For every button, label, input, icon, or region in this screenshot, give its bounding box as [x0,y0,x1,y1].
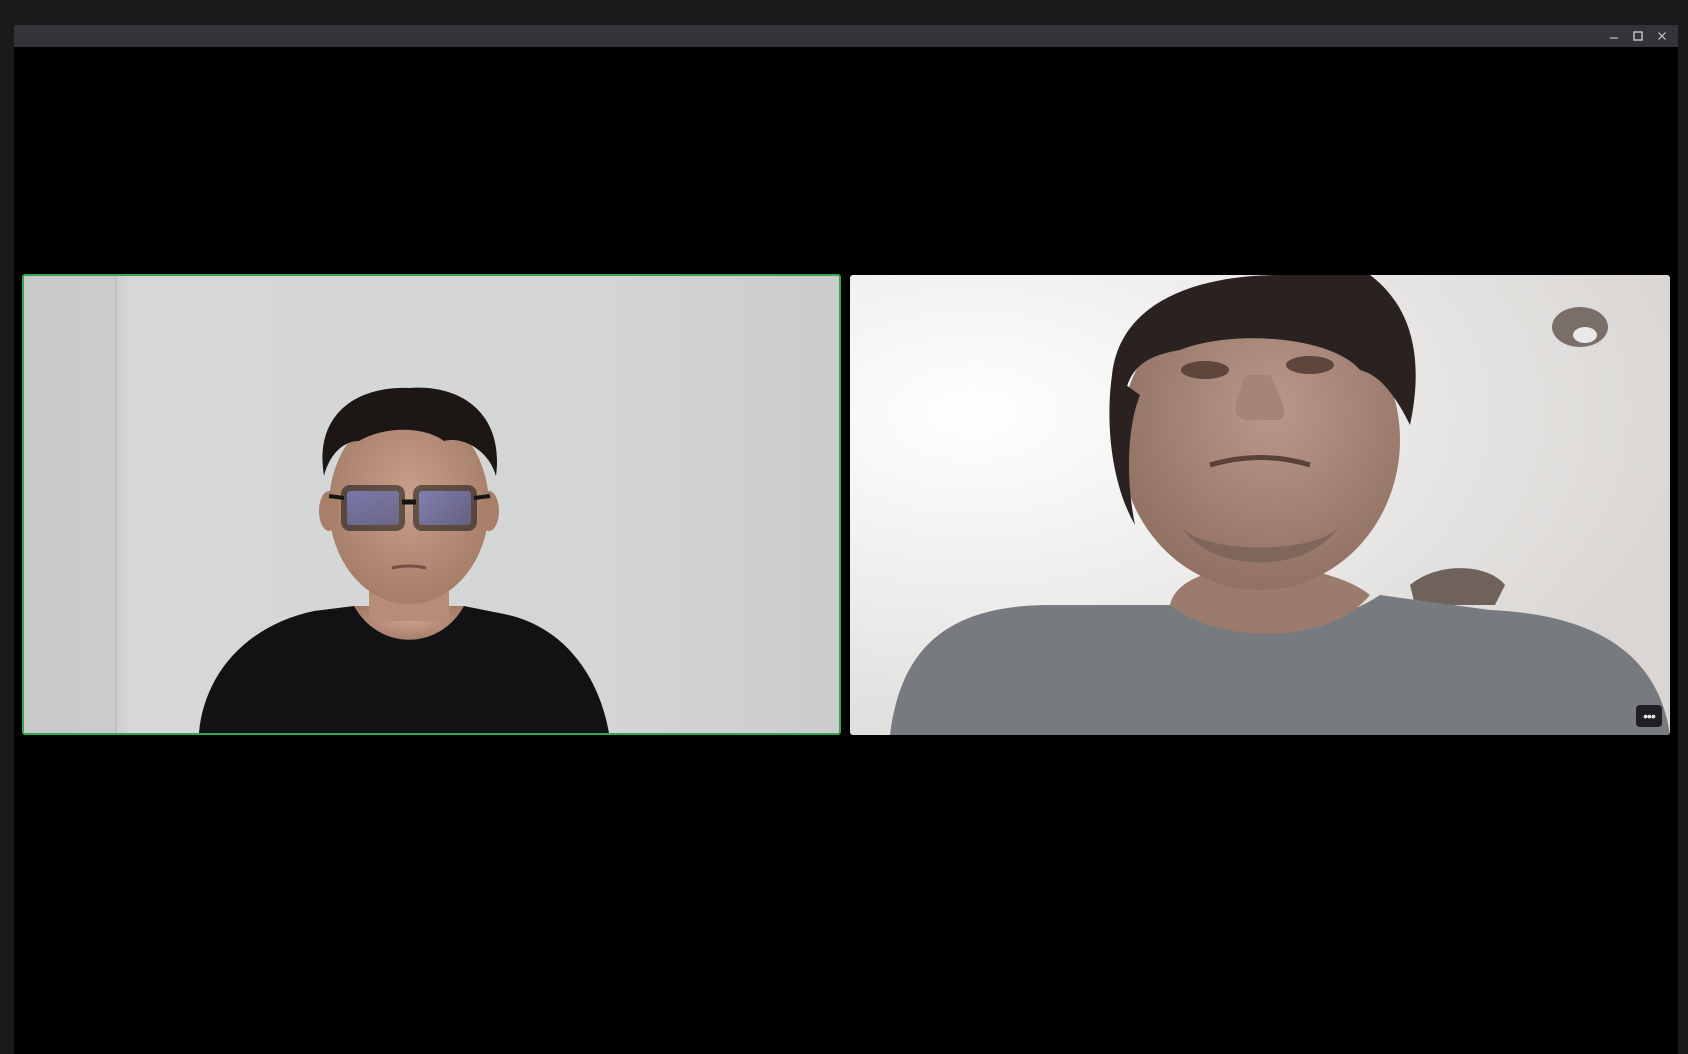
more-options-button[interactable]: ••• [1636,705,1662,727]
participant-tile-active-speaker[interactable] [22,274,841,735]
close-button[interactable] [1654,28,1670,44]
meeting-window: ••• [14,25,1678,1054]
desktop-background: ••• [0,0,1688,1054]
maximize-icon [1633,31,1643,41]
more-options-icon: ••• [1643,708,1656,724]
participant-tile[interactable]: ••• [850,275,1670,735]
participant-video-feed [850,275,1670,735]
maximize-button[interactable] [1630,28,1646,44]
minimize-icon [1610,37,1618,39]
window-controls [1606,27,1670,45]
close-icon [1658,32,1666,40]
gallery-view: ••• [14,47,1678,1054]
participant-video-feed [24,276,839,733]
window-titlebar[interactable] [14,25,1678,48]
minimize-button[interactable] [1606,28,1622,44]
